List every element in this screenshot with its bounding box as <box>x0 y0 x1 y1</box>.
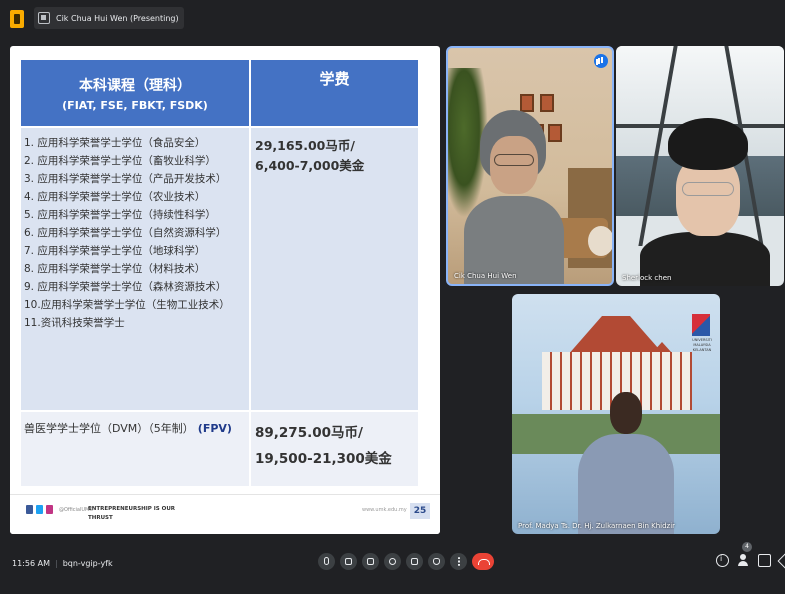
meeting-code: bqn-vgip-yfk <box>62 559 113 568</box>
bottom-bar: 11:56 AM | bqn-vgip-yfk 4 <box>0 542 785 594</box>
camera-button[interactable] <box>340 553 357 570</box>
slide-footer: @OfficialUMK ENTREPRENEURSHIP IS OUR THR… <box>10 494 440 534</box>
fee-myr: 29,165.00马币/ <box>255 138 355 153</box>
meet-logo-icon <box>10 10 24 28</box>
call-controls <box>318 553 494 570</box>
clock: 11:56 AM <box>12 559 50 568</box>
wall-frame <box>520 94 534 112</box>
university-logo-icon <box>692 314 710 336</box>
camera-icon <box>345 558 352 565</box>
list-item: 7. 应用科学荣誉学士学位（地球科学） <box>24 245 206 257</box>
wall-frame <box>548 124 562 142</box>
microphone-button[interactable] <box>318 553 335 570</box>
list-item: 9. 应用科学荣誉学士学位（森林资源技术） <box>24 281 227 293</box>
meeting-info: 11:56 AM | bqn-vgip-yfk <box>12 559 113 568</box>
list-item: 3. 应用科学荣誉学士学位（产品开发技术） <box>24 173 227 185</box>
activities-button[interactable] <box>779 554 785 567</box>
presenter-chip[interactable]: Cik Chua Hui Wen (Presenting) <box>34 7 184 29</box>
leave-call-button[interactable] <box>472 553 494 570</box>
participant-name: Sherlock chen <box>622 274 672 282</box>
social-links: @OfficialUMK <box>26 505 93 514</box>
meeting-details-button[interactable] <box>716 554 729 567</box>
wall-frame <box>540 94 554 112</box>
fee-myr: 89,275.00马币/ <box>255 425 363 441</box>
people-button[interactable] <box>737 554 750 567</box>
vet-faculty: (FPV) <box>197 422 232 435</box>
table-row: 1. 应用科学荣誉学士学位（食品安全） 2. 应用科学荣誉学士学位（畜牧业科学）… <box>21 128 418 410</box>
participant-body <box>578 434 674 534</box>
header-fees: 学费 <box>319 70 350 88</box>
presenter-label: Cik Chua Hui Wen (Presenting) <box>56 13 179 23</box>
captions-button[interactable] <box>362 553 379 570</box>
list-item: 5. 应用科学荣誉学士学位（持续性科学） <box>24 209 216 221</box>
header-programmes-faculties: (FIAT, FSE, FBKT, FSDK) <box>62 98 208 112</box>
slide-url: www.umk.edu.my <box>362 507 407 513</box>
list-item: 1. 应用科学荣誉学士学位（食品安全） <box>24 137 206 149</box>
glasses <box>682 182 734 196</box>
list-item: 8. 应用科学荣誉学士学位（材料技术） <box>24 263 206 275</box>
shared-slide: 本科课程（理科） (FIAT, FSE, FBKT, FSDK) 学费 1. 应… <box>10 46 440 534</box>
participant-tile[interactable]: UNIVERSITI MALAYSIA KELANTAN Prof. Madya… <box>512 294 720 534</box>
participant-name: Cik Chua Hui Wen <box>454 272 517 280</box>
people-count-badge: 4 <box>742 542 752 552</box>
present-screen-icon <box>411 558 418 565</box>
speaking-indicator-icon <box>594 54 608 68</box>
participant-hair <box>668 118 748 170</box>
twitter-icon <box>36 505 43 514</box>
list-item: 6. 应用科学荣誉学士学位（自然资源科学） <box>24 227 227 239</box>
slide-page-number: 25 <box>410 503 430 519</box>
hand-icon <box>433 558 440 565</box>
fee-cell: 29,165.00马币/ 6,400-7,000美金 <box>251 128 418 410</box>
raise-hand-button[interactable] <box>428 553 445 570</box>
fee-cell: 89,275.00马币/ 19,500-21,300美金 <box>251 412 418 486</box>
header-programmes: 本科课程（理科） (FIAT, FSE, FBKT, FSDK) <box>21 60 251 126</box>
fee-table: 本科课程（理科） (FIAT, FSE, FBKT, FSDK) 学费 1. 应… <box>21 60 418 486</box>
list-item: 11.资讯科技荣誉学士 <box>24 317 125 329</box>
top-bar: Cik Chua Hui Wen (Presenting) <box>0 0 785 36</box>
facebook-icon <box>26 505 33 514</box>
table-row: 兽医学学士学位（DVM）（5年制） (FPV) 89,275.00马币/ 19,5… <box>21 412 418 486</box>
fee-usd: 6,400-7,000美金 <box>255 158 365 173</box>
present-button[interactable] <box>406 553 423 570</box>
list-item: 2. 应用科学荣誉学士学位（畜牧业科学） <box>24 155 216 167</box>
slide-motto: ENTREPRENEURSHIP IS OUR THRUST <box>88 506 176 521</box>
fee-usd: 19,500-21,300美金 <box>255 451 392 467</box>
meet-window: Cik Chua Hui Wen (Presenting) 本科课程（理科） (… <box>0 0 785 594</box>
microphone-icon <box>324 557 329 565</box>
participant-tile[interactable]: Cik Chua Hui Wen <box>446 46 614 286</box>
university-logo: UNIVERSITI MALAYSIA KELANTAN <box>692 314 712 358</box>
participant-name: Prof. Madya Ts. Dr. Hj. Zulkarnaen Bin K… <box>518 522 676 530</box>
instagram-icon <box>46 505 53 514</box>
glasses <box>494 154 534 166</box>
list-item: 4. 应用科学荣誉学士学位（农业技术） <box>24 191 206 203</box>
course-list: 1. 应用科学荣誉学士学位（食品安全） 2. 应用科学荣誉学士学位（畜牧业科学）… <box>21 128 251 410</box>
header-programmes-title: 本科课程（理科） <box>79 77 191 94</box>
lamp <box>588 226 612 256</box>
presenting-icon <box>38 12 50 24</box>
chat-button[interactable] <box>758 554 771 567</box>
university-logo-text: UNIVERSITI MALAYSIA KELANTAN <box>692 338 712 352</box>
participant-head <box>610 392 642 434</box>
participant-tile[interactable]: Sherlock chen <box>616 46 784 286</box>
vet-course: 兽医学学士学位（DVM）（5年制） (FPV) <box>21 412 251 486</box>
more-options-button[interactable] <box>450 553 467 570</box>
vet-course-label: 兽医学学士学位（DVM）（5年制） <box>24 422 194 435</box>
side-controls <box>716 554 785 567</box>
more-vert-icon <box>457 557 460 566</box>
table-header: 本科课程（理科） (FIAT, FSE, FBKT, FSDK) 学费 <box>21 60 418 126</box>
separator: | <box>54 559 58 568</box>
reactions-button[interactable] <box>384 553 401 570</box>
captions-icon <box>367 558 374 565</box>
list-item: 10.应用科学荣誉学士学位（生物工业技术） <box>24 299 230 311</box>
emoji-icon <box>389 558 396 565</box>
